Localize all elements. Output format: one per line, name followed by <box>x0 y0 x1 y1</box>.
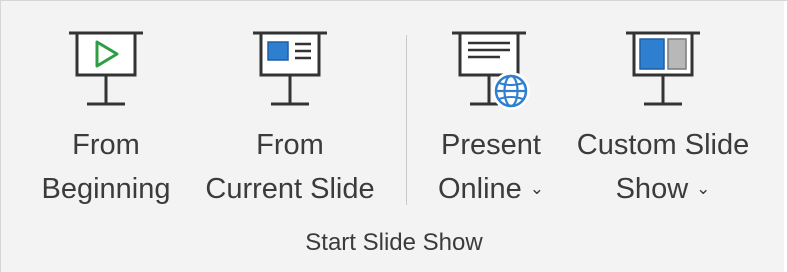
custom-slide-show-button[interactable]: Custom Slide Show ⌄ <box>563 1 763 221</box>
present-online-label-line2: Online ⌄ <box>421 169 561 209</box>
presentation-current-slide-icon <box>247 27 333 118</box>
from-current-slide-label-line2: Current Slide <box>205 173 375 205</box>
present-online-label-line1: Present <box>441 129 541 161</box>
group-title: Start Slide Show <box>305 229 483 256</box>
present-online-button[interactable]: Present Online ⌄ <box>421 1 561 221</box>
from-beginning-label-line2: Beginning <box>41 173 171 205</box>
custom-slide-show-label-text: Show <box>615 173 689 205</box>
from-current-slide-button[interactable]: From Current Slide <box>187 1 393 221</box>
custom-slide-show-label-line2: Show ⌄ <box>563 169 763 209</box>
present-online-label-text: Online <box>437 173 522 205</box>
start-slide-show-group: From Beginning From Current Slide Presen… <box>0 0 787 272</box>
presentation-play-icon <box>63 27 149 118</box>
custom-slide-show-label-line1: Custom Slide <box>576 129 750 161</box>
from-beginning-button[interactable]: From Beginning <box>3 1 209 221</box>
chevron-down-icon[interactable]: ⌄ <box>696 169 710 209</box>
presentation-online-globe-icon <box>446 27 536 118</box>
group-separator <box>406 35 407 205</box>
from-current-slide-label-line1: From <box>256 129 324 161</box>
chevron-down-icon[interactable]: ⌄ <box>530 169 544 209</box>
from-beginning-label-line1: From <box>72 129 140 161</box>
presentation-custom-show-icon <box>620 27 706 118</box>
